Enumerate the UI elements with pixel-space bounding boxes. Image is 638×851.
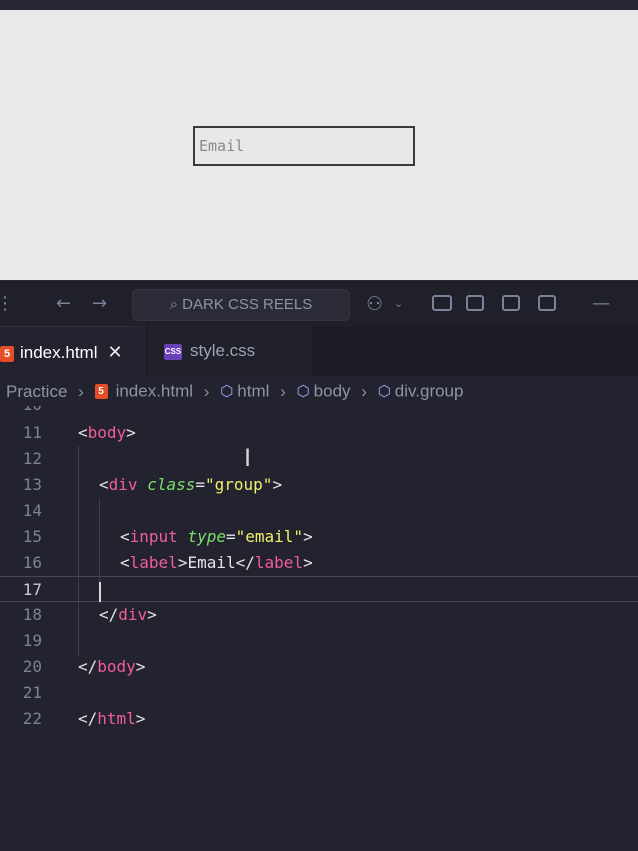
- tab-label: index.html: [20, 343, 98, 362]
- chevron-right-icon: ›: [78, 381, 84, 401]
- line-number: 20: [22, 657, 42, 676]
- mouse-ibeam-cursor-icon: I: [244, 444, 252, 472]
- current-line-highlight: 17: [0, 576, 638, 602]
- editor-tab-bar: 5 index.html ✕ CSS style.css: [0, 326, 638, 377]
- tab-label: style.css: [190, 341, 256, 360]
- email-input[interactable]: [193, 126, 415, 166]
- line-number: 17: [22, 580, 42, 599]
- code-line: 15 <input type="email">: [0, 524, 638, 550]
- tab-index-html[interactable]: 5 index.html ✕: [0, 326, 146, 377]
- customize-layout-icon[interactable]: [432, 295, 452, 311]
- minimize-icon[interactable]: —: [592, 281, 610, 327]
- chevron-right-icon: ›: [280, 381, 286, 401]
- code-text: </html>: [78, 709, 146, 728]
- code-line: 12: [0, 446, 638, 472]
- symbol-cube-icon: ⬡: [377, 382, 391, 400]
- chevron-down-icon[interactable]: ⌄: [394, 281, 403, 327]
- code-line: 19: [0, 628, 638, 654]
- code-line: 16 <label>Email</label>: [0, 550, 638, 576]
- arrow-left-icon[interactable]: ←: [56, 281, 71, 327]
- toggle-primary-sidebar-icon[interactable]: [466, 295, 484, 311]
- line-number: 10: [0, 406, 42, 418]
- html5-icon: 5: [0, 345, 14, 362]
- arrow-right-icon[interactable]: →: [92, 281, 107, 327]
- line-number: 22: [22, 709, 42, 728]
- toggle-secondary-sidebar-icon[interactable]: [538, 295, 556, 311]
- html5-icon: 5: [94, 384, 108, 400]
- code-line: 20 </body>: [0, 654, 638, 680]
- breadcrumb-item-html[interactable]: html: [237, 382, 269, 401]
- breadcrumb-item-div-group[interactable]: div.group: [395, 382, 464, 401]
- code-text: </div>: [99, 605, 157, 624]
- breadcrumb-item-index-html[interactable]: index.html: [116, 382, 193, 401]
- symbol-cube-icon: ⬡: [220, 382, 234, 400]
- code-line: 11 <body>: [0, 420, 638, 446]
- line-number: 21: [22, 683, 42, 702]
- breadcrumb-item-body[interactable]: body: [314, 382, 351, 401]
- line-number: 15: [22, 527, 42, 546]
- close-icon[interactable]: ✕: [107, 342, 122, 362]
- code-line: 10: [0, 406, 638, 418]
- code-editor[interactable]: 10 11 <body> 12 13 <div class="group"> 1…: [0, 406, 638, 851]
- command-center-search[interactable]: ⌕ DARK CSS REELS: [132, 289, 350, 321]
- breadcrumb-item-practice[interactable]: Practice: [6, 382, 67, 401]
- search-icon: ⌕: [169, 296, 179, 313]
- tab-style-css[interactable]: CSS style.css: [148, 326, 312, 376]
- code-text: <body>: [78, 423, 136, 442]
- code-text: <input type="email">: [120, 527, 313, 546]
- code-text: <div class="group">: [99, 475, 283, 494]
- line-number: 11: [22, 423, 42, 442]
- chevron-right-icon: ›: [361, 381, 367, 401]
- code-text: </body>: [78, 657, 146, 676]
- code-line: 18 </div>: [0, 602, 638, 628]
- text-caret: [99, 582, 101, 602]
- code-line: 21: [0, 680, 638, 706]
- top-window-strip: [0, 0, 638, 10]
- chevron-right-icon: ›: [203, 381, 210, 401]
- code-line: 14: [0, 498, 638, 524]
- line-number: 18: [22, 605, 42, 624]
- line-number: 14: [22, 501, 42, 520]
- code-text: <label>Email</label>: [120, 553, 313, 572]
- title-bar: ⋮ ← → ⌕ DARK CSS REELS ⚇ ⌄ —: [0, 280, 638, 327]
- search-label: DARK CSS REELS: [182, 296, 313, 313]
- breadcrumb: Practice › 5 index.html › ⬡ html › ⬡ body ›…: [0, 376, 638, 406]
- menu-dots-icon[interactable]: ⋮: [0, 281, 14, 327]
- line-number: 19: [22, 631, 42, 650]
- line-number: 12: [22, 449, 42, 468]
- line-number: 13: [22, 475, 42, 494]
- toggle-panel-icon[interactable]: [502, 295, 520, 311]
- css-icon: CSS: [164, 343, 182, 360]
- code-line: 13 <div class="group">: [0, 472, 638, 498]
- code-line: 22 </html>: [0, 706, 638, 732]
- line-number: 16: [22, 553, 42, 572]
- copilot-icon[interactable]: ⚇: [366, 281, 383, 327]
- symbol-cube-icon: ⬡: [296, 382, 310, 400]
- browser-preview: [0, 10, 638, 280]
